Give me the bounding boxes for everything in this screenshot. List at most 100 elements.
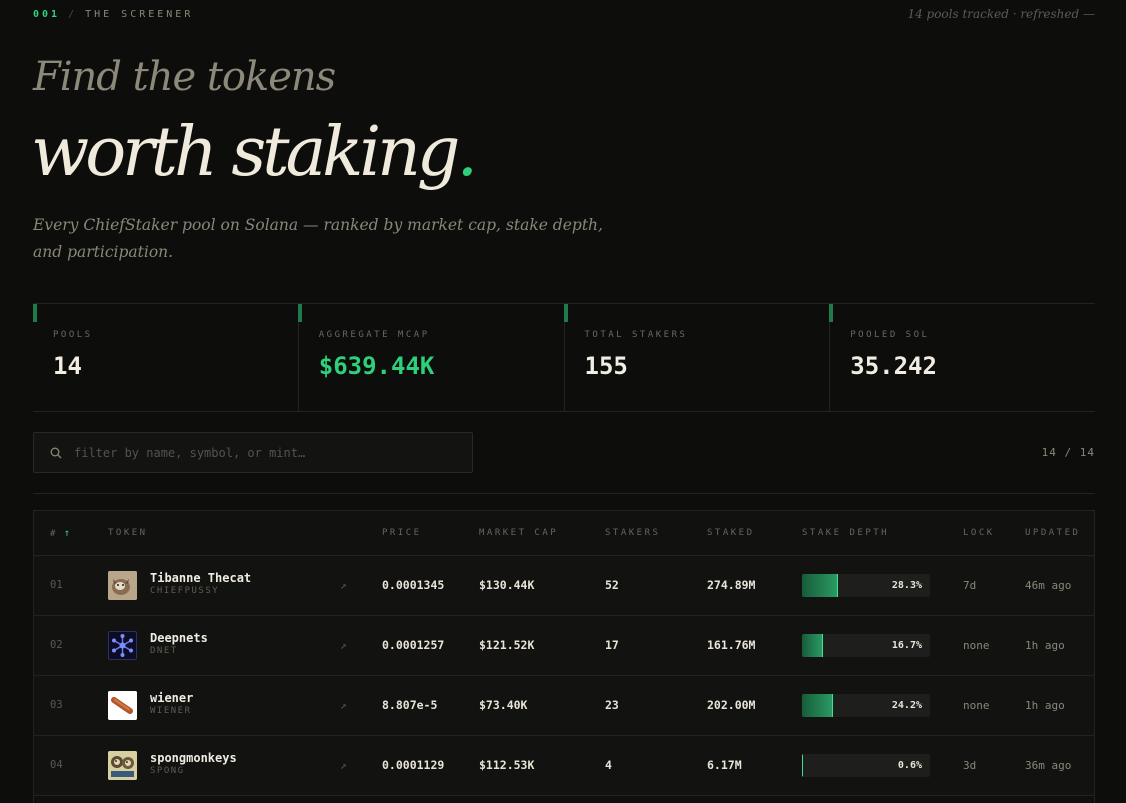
table-row[interactable]: 03 wiener WIENER ↗ 8.807e-5 $73.40K 23 2…	[34, 676, 1094, 736]
external-link-icon[interactable]: ↗	[340, 616, 347, 674]
stat-label: AGGREGATE MCAP	[318, 330, 430, 340]
token-symbol: WIENER	[150, 706, 192, 716]
token-cell: Tibanne Thecat CHIEFPUSSY	[108, 556, 251, 614]
search-input[interactable]	[74, 445, 434, 460]
section-breadcrumb: 001 / THE SCREENER	[33, 9, 193, 20]
token-lock: none	[963, 638, 990, 652]
divider	[33, 493, 1095, 494]
stake-depth-bar: 16.7%	[802, 633, 930, 657]
token-cell: Deepnets DNET	[108, 616, 208, 674]
token-updated: 1h ago	[1025, 698, 1065, 712]
sort-asc-icon: ↑	[63, 528, 70, 539]
stat-label: POOLS	[53, 330, 93, 340]
stake-depth-cell: 16.7%	[802, 616, 930, 674]
token-stakers: 4	[605, 758, 612, 772]
column-header-rank-label: #	[50, 529, 58, 539]
sausage-icon	[108, 690, 137, 720]
stake-depth-cell: 0.6%	[802, 736, 930, 794]
stat-aggregate-mcap: AGGREGATE MCAP $639.44K	[297, 304, 564, 411]
search-box[interactable]	[33, 432, 473, 473]
column-header-lock[interactable]: LOCK	[963, 528, 995, 538]
token-cell: spongmonkeys SPONG	[108, 736, 237, 794]
stake-depth-percent: 24.2%	[891, 699, 922, 711]
stat-label: TOTAL STAKERS	[584, 330, 688, 340]
stake-depth-percent: 0.6%	[897, 759, 922, 771]
token-cell: wiener WIENER	[108, 676, 193, 734]
row-rank: 02	[50, 639, 63, 651]
column-header-price[interactable]: PRICE	[382, 528, 422, 538]
token-updated: 46m ago	[1025, 578, 1072, 592]
external-link-icon[interactable]: ↗	[340, 556, 347, 614]
row-rank: 01	[50, 579, 63, 591]
token-staked: 6.17M	[707, 758, 742, 772]
token-text: Tibanne Thecat CHIEFPUSSY	[150, 572, 251, 598]
column-header-token[interactable]: TOKEN	[108, 528, 148, 538]
token-market-cap: $112.53K	[479, 758, 535, 772]
token-lock: none	[963, 698, 990, 712]
stake-depth-cell: 28.3%	[802, 556, 930, 614]
column-header-market-cap[interactable]: MARKET CAP	[479, 528, 558, 538]
hero-subtitle: Every ChiefStaker pool on Solana — ranke…	[33, 216, 603, 261]
column-header-staked[interactable]: STAKED	[707, 528, 755, 538]
token-market-cap: $121.52K	[479, 638, 535, 652]
token-stakers: 17	[605, 638, 619, 652]
stake-depth-fill	[802, 753, 804, 777]
cat-photo-icon	[108, 570, 137, 600]
external-link-icon[interactable]: ↗	[340, 676, 347, 734]
stat-value: 14	[53, 352, 82, 380]
top-bar: 001 / THE SCREENER 14 pools tracked · re…	[33, 7, 1095, 21]
stake-depth-bar: 24.2%	[802, 693, 930, 717]
stake-depth-fill	[802, 573, 839, 597]
hero-accent-dot: .	[456, 113, 478, 192]
token-name[interactable]: Deepnets	[150, 632, 208, 645]
result-count: 14 / 14	[1041, 446, 1095, 459]
stat-pools: POOLS 14	[33, 304, 298, 411]
stats-strip: POOLS 14 AGGREGATE MCAP $639.44K TOTAL S…	[33, 303, 1095, 412]
token-symbol: SPONG	[150, 766, 185, 776]
token-name[interactable]: wiener	[150, 692, 193, 705]
token-stakers: 52	[605, 578, 619, 592]
token-staked: 202.00M	[707, 698, 756, 712]
row-rank: 03	[50, 699, 63, 711]
stat-total-stakers: TOTAL STAKERS 155	[563, 304, 830, 411]
stake-depth-percent: 16.7%	[891, 639, 922, 651]
token-price: 0.0001345	[382, 578, 445, 592]
token-text: wiener WIENER	[150, 692, 193, 718]
token-symbol: CHIEFPUSSY	[150, 586, 220, 596]
stat-value: 155	[584, 352, 628, 380]
token-name[interactable]: spongmonkeys	[150, 752, 237, 765]
token-symbol: DNET	[150, 646, 178, 656]
stake-depth-percent: 28.3%	[891, 579, 922, 591]
token-market-cap: $130.44K	[479, 578, 535, 592]
column-header-stake-depth[interactable]: STAKE DEPTH	[802, 528, 889, 538]
table-row[interactable]: 02 Deepnets DNET ↗ 0.0001257 $121.52K 17…	[34, 616, 1094, 676]
token-lock: 3d	[963, 758, 977, 772]
token-name[interactable]: Tibanne Thecat	[150, 572, 251, 585]
stake-depth-bar: 28.3%	[802, 573, 930, 597]
token-price: 0.0001129	[382, 758, 445, 772]
column-header-updated[interactable]: UPDATED	[1025, 528, 1080, 538]
stat-label: POOLED SOL	[850, 330, 930, 340]
external-link-icon[interactable]: ↗	[340, 736, 347, 794]
row-rank: 04	[50, 759, 63, 771]
stake-depth-fill	[802, 693, 833, 717]
token-updated: 1h ago	[1025, 638, 1065, 652]
token-stakers: 23	[605, 698, 619, 712]
section-number: 001	[33, 8, 61, 20]
stat-value: 35.242	[850, 352, 937, 380]
column-header-rank[interactable]: # ↑	[50, 528, 70, 539]
breadcrumb-separator: /	[68, 8, 78, 20]
hero-line-2: worth staking.	[31, 110, 478, 196]
hero-line-1: Find the tokens	[33, 54, 336, 100]
pools-table: # ↑ TOKEN PRICE MARKET CAP STAKERS STAKED…	[33, 510, 1095, 803]
token-staked: 161.76M	[707, 638, 756, 652]
token-lock: 7d	[963, 578, 977, 592]
token-price: 8.807e-5	[382, 698, 438, 712]
table-row[interactable]: 01 Tibanne Thecat CHIEFPUSSY ↗ 0.0001345…	[34, 556, 1094, 616]
hero-line-2-text: worth staking	[31, 113, 460, 192]
stake-depth-bar: 0.6%	[802, 753, 930, 777]
token-text: Deepnets DNET	[150, 632, 208, 658]
column-header-stakers[interactable]: STAKERS	[605, 528, 660, 538]
table-row[interactable]: 04 spongmonkeys SPONG ↗ 0.0001129 $112.5…	[34, 736, 1094, 796]
monkey-photo-icon	[108, 750, 137, 780]
